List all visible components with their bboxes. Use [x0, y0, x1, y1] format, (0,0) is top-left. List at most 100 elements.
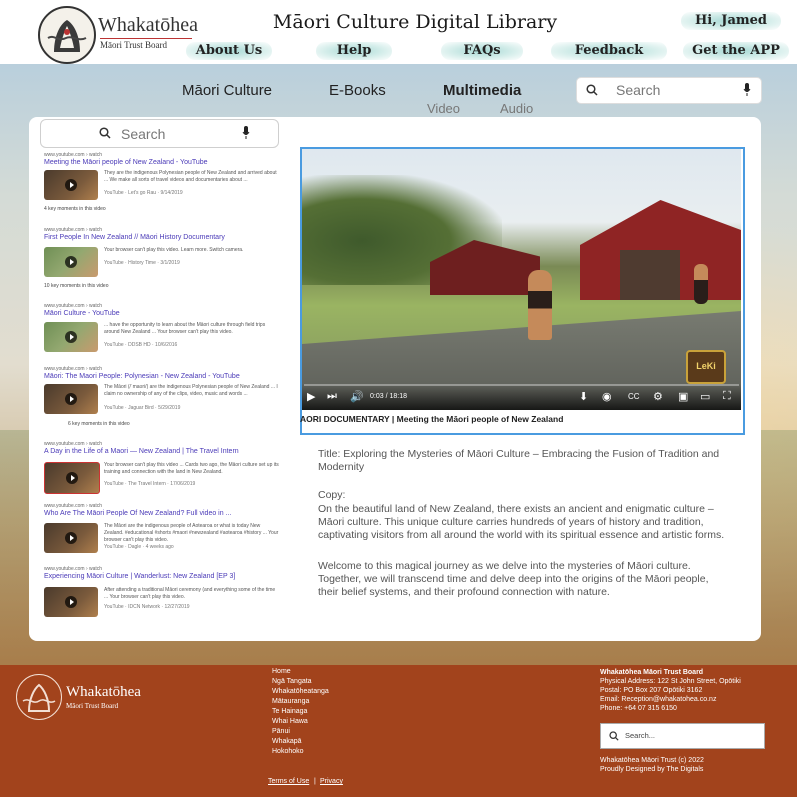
- user-greeting[interactable]: Hi, Jamed: [681, 12, 781, 30]
- footer-link[interactable]: Hokohoko: [272, 747, 304, 757]
- result-title[interactable]: Māori Culture - YouTube: [44, 309, 284, 318]
- result-key-moments[interactable]: 6 key moments in this video: [68, 421, 130, 427]
- captions-icon[interactable]: CC: [628, 392, 640, 401]
- footer-copyright: Whakatōhea Māori Trust (c) 2022: [600, 757, 704, 764]
- subtab-audio[interactable]: Audio: [500, 101, 533, 116]
- video-time: 0:03 / 18:18: [370, 393, 407, 400]
- result-thumbnail[interactable]: [44, 247, 98, 277]
- footer-link[interactable]: Mātauranga: [272, 697, 309, 707]
- subtab-video[interactable]: Video: [427, 101, 460, 116]
- terms-of-use-link[interactable]: Terms of Use: [268, 777, 309, 787]
- video-scene-performer: [694, 264, 708, 304]
- microphone-icon[interactable]: [743, 83, 751, 97]
- result-title[interactable]: First People In New Zealand // Māori His…: [44, 233, 284, 242]
- trust-board-logo[interactable]: [38, 6, 96, 64]
- footer-link-home[interactable]: Home: [272, 667, 291, 677]
- result-thumbnail[interactable]: [44, 462, 100, 494]
- result-title[interactable]: Māori: The Maori People: Polynesian - Ne…: [44, 372, 284, 381]
- result-meta: YouTube · IDCN Network · 12/27/2019: [104, 604, 190, 610]
- result-title[interactable]: Who Are The Māori People Of New Zealand?…: [44, 509, 284, 518]
- nav-about-us[interactable]: About Us: [186, 42, 272, 60]
- nav-get-app[interactable]: Get the APP: [683, 42, 789, 60]
- download-icon[interactable]: ⬇: [579, 390, 588, 403]
- search-result[interactable]: www.youtube.com › watch Who Are The Māor…: [44, 503, 284, 565]
- nav-feedback[interactable]: Feedback: [551, 42, 667, 60]
- result-key-moments[interactable]: 10 key moments in this video: [44, 283, 108, 289]
- video-search-bar[interactable]: Search: [40, 119, 279, 148]
- brand-name: Whakatōhea: [98, 14, 198, 36]
- play-icon: [65, 179, 77, 191]
- channel-logo: LeKi: [686, 350, 726, 384]
- search-icon: [609, 731, 619, 741]
- footer-designed-by: Proudly Designed by The Digitals: [600, 766, 704, 773]
- privacy-link[interactable]: Privacy: [320, 777, 343, 787]
- play-icon: [65, 256, 77, 268]
- footer-link[interactable]: Whai Hawa: [272, 717, 308, 727]
- play-icon: [65, 532, 77, 544]
- result-description: They are the indigenous Polynesian peopl…: [104, 170, 277, 183]
- search-result[interactable]: www.youtube.com › watch A Day in the Lif…: [44, 441, 284, 503]
- search-result[interactable]: www.youtube.com › watch Meeting the Māor…: [44, 152, 284, 218]
- result-meta: YouTube · The Travel Intern · 17/06/2019: [104, 481, 196, 487]
- autoplay-toggle-icon[interactable]: ◉: [602, 390, 612, 403]
- nav-help[interactable]: Help: [316, 42, 392, 60]
- tab-multimedia[interactable]: Multimedia: [443, 82, 521, 99]
- result-meta: YouTube · History Time · 3/1/2019: [104, 260, 180, 266]
- footer-logo[interactable]: [16, 674, 62, 720]
- microphone-icon[interactable]: [242, 126, 250, 140]
- footer-email[interactable]: Email: Reception@whakatohea.co.nz: [600, 696, 780, 705]
- nav-faqs[interactable]: FAQs: [441, 42, 523, 60]
- footer-link[interactable]: Pānui: [272, 727, 290, 737]
- tab-maori-culture[interactable]: Māori Culture: [182, 82, 272, 99]
- play-icon: [65, 331, 77, 343]
- search-result[interactable]: www.youtube.com › watch Māori Culture - …: [44, 303, 284, 363]
- result-meta: YouTube · Let's go Rau · 9/14/2019: [104, 190, 183, 196]
- footer-search-input[interactable]: Search...: [625, 731, 655, 740]
- next-icon[interactable]: ⏭: [327, 390, 337, 403]
- play-icon: [65, 596, 77, 608]
- category-search-input[interactable]: Search: [616, 82, 660, 98]
- result-description: Your browser can't play this video ... C…: [104, 462, 279, 475]
- result-title[interactable]: A Day in the Life of a Maori — New Zeala…: [44, 447, 284, 456]
- result-description: After attending a traditional Māori cere…: [104, 587, 276, 600]
- video-caption: AORI DOCUMENTARY | Meeting the Māori peo…: [300, 414, 564, 424]
- result-meta: YouTube · Dagle · 4 weeks ago: [104, 544, 174, 550]
- footer-link[interactable]: Te Hainaga: [272, 707, 307, 717]
- video-progress-bar[interactable]: [304, 384, 739, 386]
- result-thumbnail[interactable]: [44, 170, 98, 200]
- play-icon: [65, 393, 77, 405]
- category-search-bar[interactable]: Search: [576, 77, 762, 104]
- brand-subtitle: Māori Trust Board: [100, 38, 192, 50]
- search-result[interactable]: www.youtube.com › watch Experiencing Māo…: [44, 566, 284, 622]
- search-result[interactable]: www.youtube.com › watch Māori: The Maori…: [44, 366, 284, 432]
- video-description-title: Title: Exploring the Mysteries of Māori …: [318, 448, 720, 473]
- footer-link[interactable]: Whakapā: [272, 737, 302, 747]
- result-key-moments[interactable]: 4 key moments in this video: [44, 206, 106, 212]
- video-controls-bar: [302, 384, 741, 410]
- result-thumbnail[interactable]: [44, 322, 98, 352]
- footer-brand-name: Whakatōhea: [66, 684, 141, 700]
- play-icon[interactable]: ▶: [307, 390, 315, 403]
- volume-icon[interactable]: 🔊: [350, 390, 364, 403]
- result-meta: YouTube · DDSB HD · 10/6/2016: [104, 342, 178, 348]
- result-thumbnail[interactable]: [44, 384, 98, 414]
- footer-search-bar[interactable]: Search...: [600, 723, 765, 749]
- footer-brand-subtitle: Māori Trust Board: [66, 702, 119, 710]
- footer-link[interactable]: Ngā Tangata: [272, 677, 312, 687]
- result-thumbnail[interactable]: [44, 587, 98, 617]
- footer-link[interactable]: Whakatōheatanga: [272, 687, 329, 697]
- footer-postal-address: Postal: PO Box 207 Opōtiki 3162: [600, 687, 703, 694]
- result-title[interactable]: Meeting the Māori people of New Zealand …: [44, 158, 284, 167]
- fullscreen-icon[interactable]: ⛶: [723, 390, 731, 403]
- theater-mode-icon[interactable]: ▭: [700, 390, 710, 403]
- result-description: ... have the opportunity to learn about …: [104, 322, 266, 335]
- result-title[interactable]: Experiencing Māori Culture | Wanderlust:…: [44, 572, 284, 581]
- miniplayer-icon[interactable]: ▣: [678, 390, 688, 403]
- search-result[interactable]: www.youtube.com › watch First People In …: [44, 227, 284, 293]
- settings-gear-icon[interactable]: ⚙: [653, 390, 663, 403]
- result-thumbnail[interactable]: [44, 523, 98, 553]
- video-scene-marae-door: [620, 250, 680, 300]
- search-icon: [99, 127, 111, 139]
- video-search-input[interactable]: Search: [121, 126, 165, 142]
- tab-e-books[interactable]: E-Books: [329, 82, 386, 99]
